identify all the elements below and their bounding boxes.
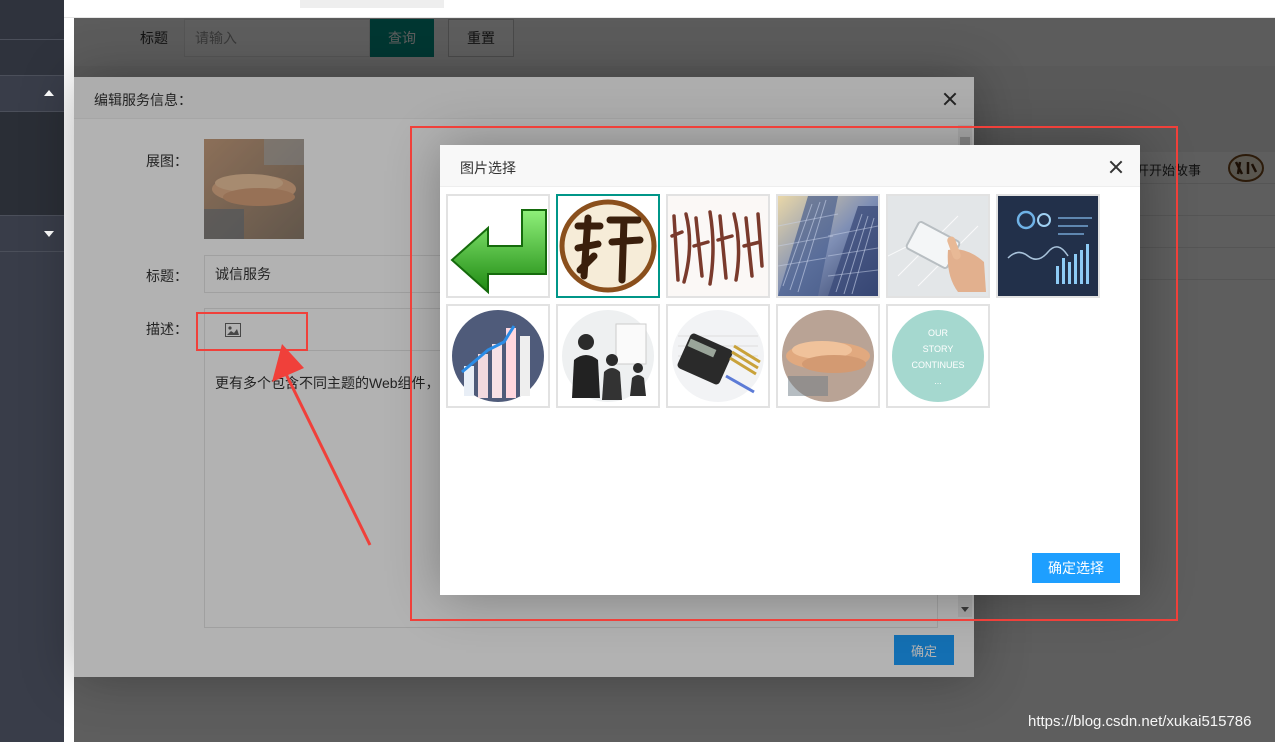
watermark: https://blog.csdn.net/xukai515786 — [1028, 713, 1252, 730]
sidebar — [0, 0, 64, 742]
sidebar-submenu — [0, 112, 64, 216]
tab-active[interactable] — [300, 0, 444, 8]
chevron-up-icon — [44, 90, 54, 96]
sidebar-item[interactable] — [0, 0, 64, 40]
annotation-box-picker — [410, 126, 1178, 621]
top-tab-bar — [64, 0, 1275, 18]
sidebar-menu-collapsed[interactable] — [0, 216, 64, 252]
sidebar-menu-expanded[interactable] — [0, 76, 64, 112]
chevron-down-icon — [44, 231, 54, 237]
annotation-arrow-icon — [272, 344, 372, 546]
sidebar-item[interactable] — [0, 40, 64, 76]
gutter — [64, 18, 74, 742]
